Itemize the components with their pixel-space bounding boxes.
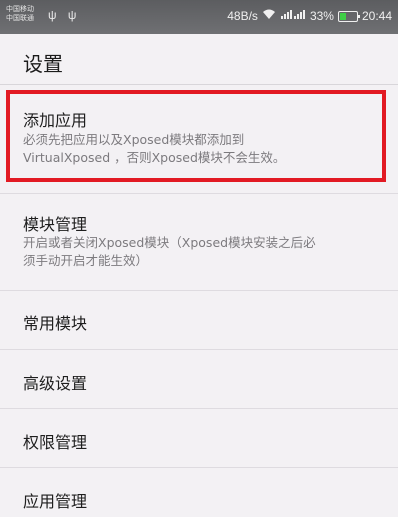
settings-item-module-manage[interactable]: 模块管理 开启或者关闭Xposed模块（Xposed模块安装之后必 须手动开启才…: [0, 194, 398, 291]
item-title: 添加应用: [23, 111, 88, 130]
battery-icon: [337, 10, 360, 22]
settings-item-common-modules[interactable]: 常用模块: [0, 291, 398, 350]
carrier-info: 中国移动 中国联通: [6, 5, 34, 23]
settings-item-permissions[interactable]: 权限管理: [0, 409, 398, 468]
item-title: 应用管理: [23, 492, 88, 511]
item-title: 权限管理: [23, 433, 88, 452]
item-title: 高级设置: [23, 374, 88, 393]
battery-percent: 33%: [309, 9, 334, 23]
item-subtitle: 必须先把应用以及Xposed模块都添加到 VirtualXposed ，否则Xp…: [23, 131, 380, 167]
item-subtitle-line-1: 必须先把应用以及Xposed模块都添加到: [23, 132, 245, 147]
network-speed: 48B/s: [227, 9, 258, 23]
page-title: 设置: [23, 52, 63, 76]
settings-item-advanced[interactable]: 高级设置: [0, 350, 398, 409]
app-header: 设置: [0, 34, 398, 85]
usb-icon: ψ ψ: [48, 8, 81, 22]
item-subtitle-line-2: VirtualXposed ，否则Xposed模块不会生效。: [23, 150, 286, 165]
item-subtitle-line-2: 须手动开启才能生效）: [23, 253, 149, 268]
wifi-icon: [262, 9, 276, 23]
item-subtitle: 开启或者关闭Xposed模块（Xposed模块安装之后必 须手动开启才能生效）: [23, 234, 380, 270]
status-bar: 中国移动 中国联通 ψ ψ 48B/s 33% 20:44: [0, 0, 398, 34]
item-title: 模块管理: [23, 215, 88, 234]
settings-item-app-manage[interactable]: 应用管理: [0, 468, 398, 517]
signal-icon: [280, 9, 306, 23]
item-title: 常用模块: [23, 314, 88, 333]
status-right: 48B/s 33% 20:44: [227, 9, 392, 23]
settings-item-add-app[interactable]: 添加应用 必须先把应用以及Xposed模块都添加到 VirtualXposed …: [0, 85, 398, 194]
item-subtitle-line-1: 开启或者关闭Xposed模块（Xposed模块安装之后必: [23, 235, 316, 250]
carrier-line-1: 中国移动: [6, 6, 34, 13]
clock: 20:44: [361, 9, 392, 23]
carrier-line-2: 中国联通: [6, 15, 34, 22]
